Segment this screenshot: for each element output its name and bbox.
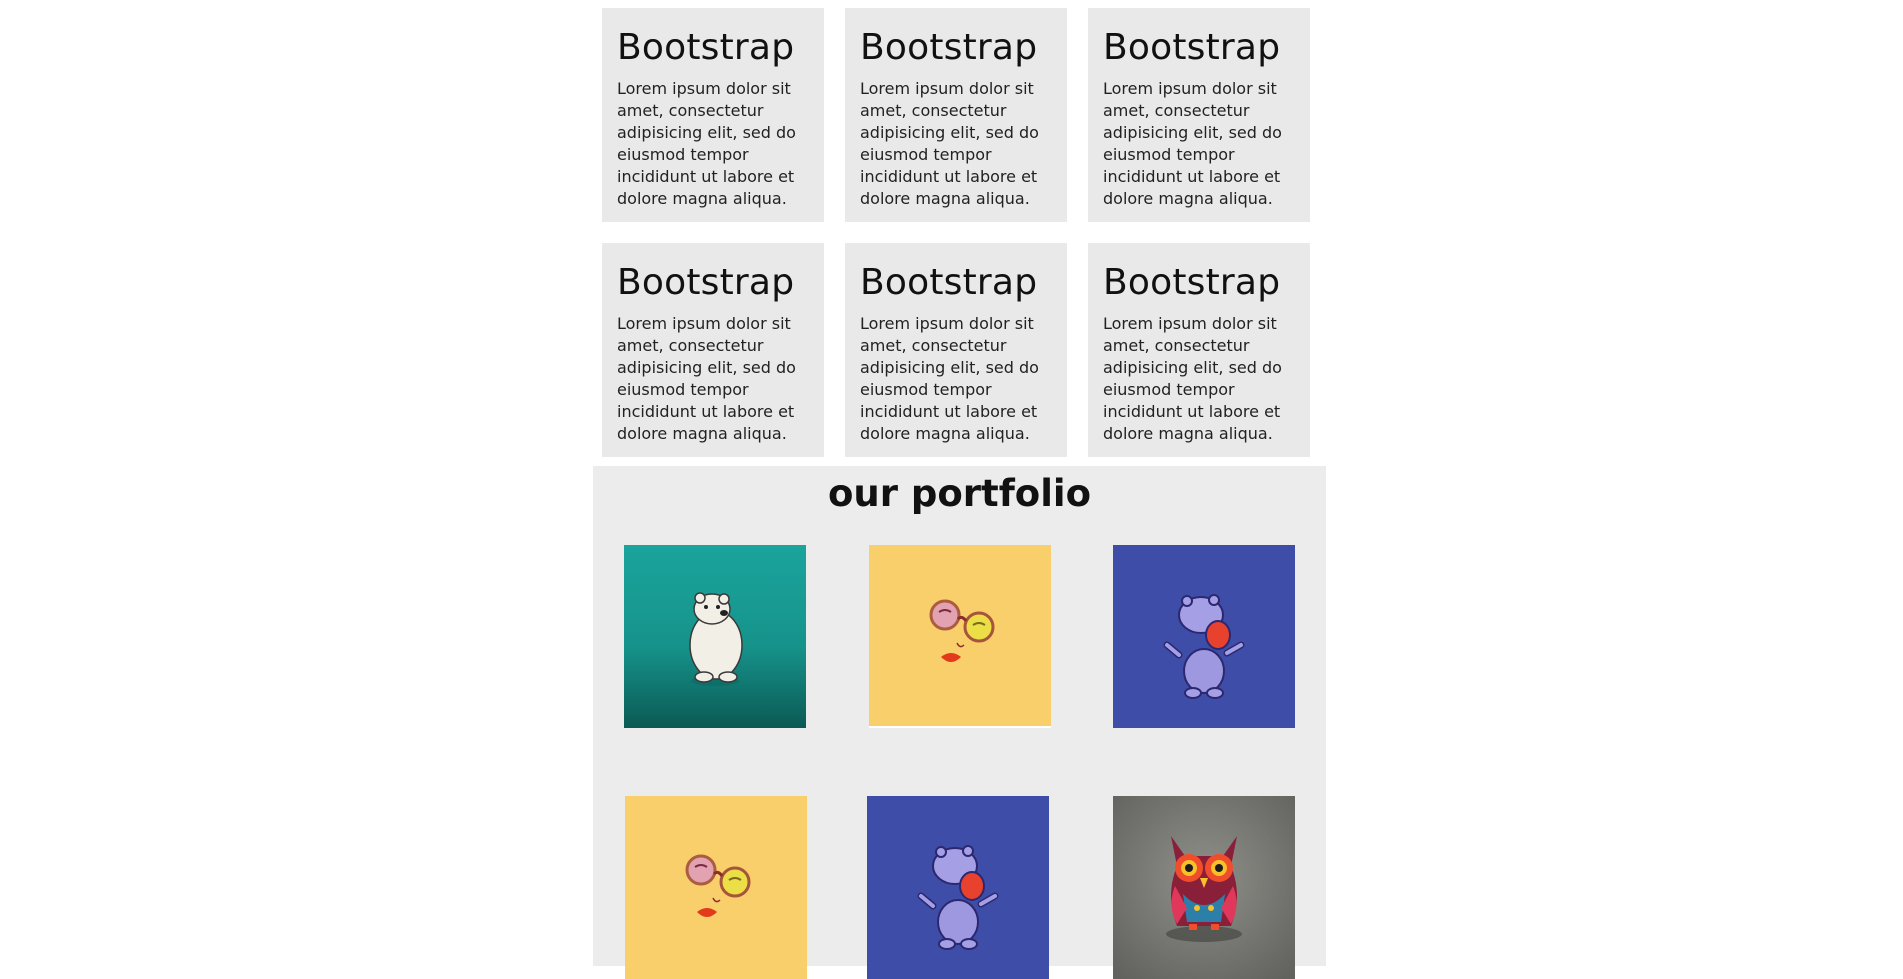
feature-card-text: Lorem ipsum dolor sit amet, consectetur … — [1103, 314, 1282, 443]
feature-card-text: Lorem ipsum dolor sit amet, consectetur … — [860, 79, 1039, 208]
feature-card-text: Lorem ipsum dolor sit amet, consectetur … — [617, 79, 796, 208]
portfolio-item[interactable] — [1113, 796, 1295, 979]
feature-card-title: Bootstrap — [617, 262, 795, 303]
feature-card: Bootstrap Lorem ipsum dolor sit amet, co… — [845, 8, 1067, 222]
feature-card-title: Bootstrap — [617, 27, 795, 68]
feature-card-text: Lorem ipsum dolor sit amet, consectetur … — [860, 314, 1039, 443]
feature-card: Bootstrap Lorem ipsum dolor sit amet, co… — [1088, 8, 1310, 222]
hippo-icon — [867, 796, 1049, 979]
portfolio-section: our portfolio — [593, 466, 1326, 979]
owl-icon — [1113, 796, 1295, 979]
portfolio-item[interactable] — [624, 545, 806, 728]
glasses-face-icon — [625, 796, 807, 979]
feature-card-text: Lorem ipsum dolor sit amet, consectetur … — [1103, 79, 1282, 208]
portfolio-item[interactable] — [1113, 545, 1295, 728]
feature-card-title: Bootstrap — [1103, 262, 1281, 303]
feature-card-title: Bootstrap — [860, 27, 1038, 68]
feature-card: Bootstrap Lorem ipsum dolor sit amet, co… — [845, 243, 1067, 457]
feature-card: Bootstrap Lorem ipsum dolor sit amet, co… — [1088, 243, 1310, 457]
feature-card-title: Bootstrap — [860, 262, 1038, 303]
feature-card-title: Bootstrap — [1103, 27, 1281, 68]
feature-card-text: Lorem ipsum dolor sit amet, consectetur … — [617, 314, 796, 443]
glasses-face-icon — [869, 545, 1051, 728]
portfolio-item[interactable] — [869, 545, 1051, 728]
feature-card: Bootstrap Lorem ipsum dolor sit amet, co… — [602, 8, 824, 222]
feature-card: Bootstrap Lorem ipsum dolor sit amet, co… — [602, 243, 824, 457]
portfolio-heading: our portfolio — [827, 472, 1092, 515]
portfolio-item[interactable] — [867, 796, 1049, 979]
hippo-icon — [1113, 545, 1295, 728]
polar-bear-icon — [624, 545, 806, 728]
portfolio-item[interactable] — [625, 796, 807, 979]
